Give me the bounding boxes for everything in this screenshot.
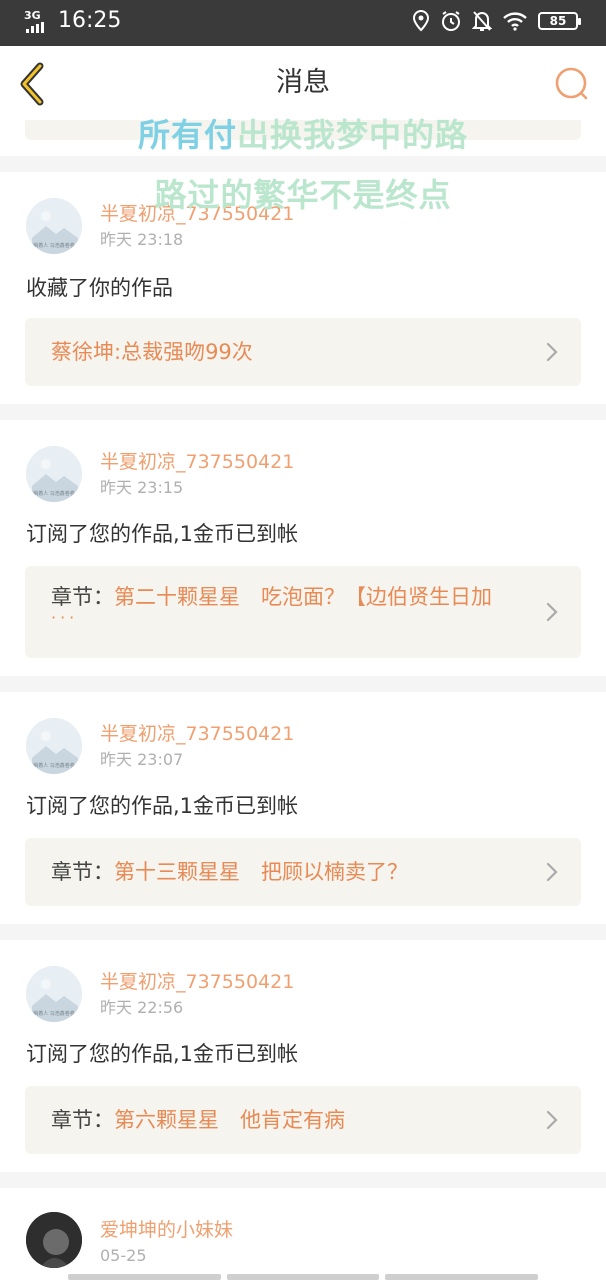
network-type: 3G [24, 9, 41, 22]
chapter-link[interactable]: 章节：第十三颗星星 把顾以楠卖了？ [25, 838, 581, 906]
chapter-link[interactable]: 章节：第六颗星星 他肯定有病 [25, 1086, 581, 1154]
timestamp: 昨天 22:56 [100, 998, 184, 1017]
overlay-text-line1: 所有付出换我梦中的路 [0, 110, 606, 156]
chapter-link[interactable]: 章节：第二十颗星星 吃泡面？【边伯贤生日加 ··· [25, 566, 581, 658]
chevron-right-icon [546, 602, 558, 622]
message-card: 躺着人 马浩鑫卷卷 半夏初凉_737550421 昨天 23:15 订阅了您的作… [0, 420, 606, 676]
message-list: 躺着人 马浩鑫卷卷 半夏初凉_737550421 昨天 23:18 收藏了你的作… [0, 120, 606, 1280]
overlay-text-highlight: 所有付 [137, 116, 237, 154]
avatar[interactable]: 躺着人 马浩鑫卷卷 [26, 966, 82, 1022]
chapter-prefix: 章节： [51, 860, 114, 884]
chevron-right-icon [546, 1110, 558, 1130]
timestamp: 昨天 23:18 [100, 230, 184, 249]
avatar[interactable]: 躺着人 马浩鑫卷卷 [26, 718, 82, 774]
work-title: 蔡徐坤:总裁强吻99次 [51, 340, 253, 364]
bell-off-icon [472, 11, 492, 31]
page-title: 消息 [276, 67, 330, 98]
message-card: 躺着人 马浩鑫卷卷 半夏初凉_737550421 昨天 23:07 订阅了您的作… [0, 692, 606, 924]
overlay-text-line2: 路过的繁华不是终点 [154, 176, 452, 214]
username[interactable]: 爱坤坤的小妹妹 [100, 1218, 233, 1242]
message-text: 订阅了您的作品,1金币已到帐 [26, 794, 299, 818]
chapter-title: 第二十颗星星 吃泡面？【边伯贤生日加 [114, 585, 492, 609]
timestamp: 昨天 23:15 [100, 478, 184, 497]
chapter-prefix: 章节： [51, 585, 114, 609]
message-text: 订阅了您的作品,1金币已到帐 [26, 522, 299, 546]
svg-text:躺着人 马浩鑫卷卷: 躺着人 马浩鑫卷卷 [33, 762, 75, 769]
location-icon [412, 10, 430, 32]
svg-text:躺着人 马浩鑫卷卷: 躺着人 马浩鑫卷卷 [33, 1010, 75, 1017]
chevron-right-icon [546, 342, 558, 362]
message-text: 收藏了你的作品 [26, 276, 173, 300]
top-bar: 消息 [0, 46, 606, 120]
message-card: 躺着人 马浩鑫卷卷 半夏初凉_737550421 昨天 22:56 订阅了您的作… [0, 940, 606, 1172]
battery-level: 85 [549, 14, 567, 28]
work-link[interactable]: 蔡徐坤:总裁强吻99次 [25, 318, 581, 386]
username[interactable]: 半夏初凉_737550421 [100, 450, 294, 474]
chevron-right-icon [546, 862, 558, 882]
message-text: 订阅了您的作品,1金币已到帐 [26, 1042, 299, 1066]
username[interactable]: 半夏初凉_737550421 [100, 970, 294, 994]
overlay-text-rest: 出换我梦中的路 [237, 116, 469, 154]
username[interactable]: 半夏初凉_737550421 [100, 722, 294, 746]
chapter-prefix: 章节： [51, 1108, 114, 1132]
wifi-icon [503, 12, 527, 31]
status-time: 16:25 [58, 8, 122, 33]
chapter-title: 第六颗星星 他肯定有病 [114, 1108, 345, 1132]
search-button[interactable] [552, 64, 592, 104]
ellipsis: ··· [51, 608, 79, 627]
svg-text:躺着人 马浩鑫卷卷: 躺着人 马浩鑫卷卷 [33, 490, 75, 497]
message-card: 爱坤坤的小妹妹 05-25 [0, 1188, 606, 1280]
avatar[interactable] [26, 1212, 82, 1268]
timestamp: 昨天 23:07 [100, 750, 184, 769]
alarm-icon [442, 11, 460, 31]
bottom-indicator [68, 1274, 539, 1280]
search-icon [555, 67, 588, 100]
svg-text:躺着人 马浩鑫卷卷: 躺着人 马浩鑫卷卷 [33, 242, 75, 249]
chapter-title: 第十三颗星星 把顾以楠卖了？ [114, 860, 408, 884]
status-bar: 3G 16:25 85 [0, 0, 606, 46]
avatar[interactable]: 躺着人 马浩鑫卷卷 [26, 446, 82, 502]
timestamp: 05-25 [100, 1246, 147, 1265]
cellular-signal-icon: 3G [24, 8, 50, 34]
battery-icon: 85 [538, 12, 581, 30]
